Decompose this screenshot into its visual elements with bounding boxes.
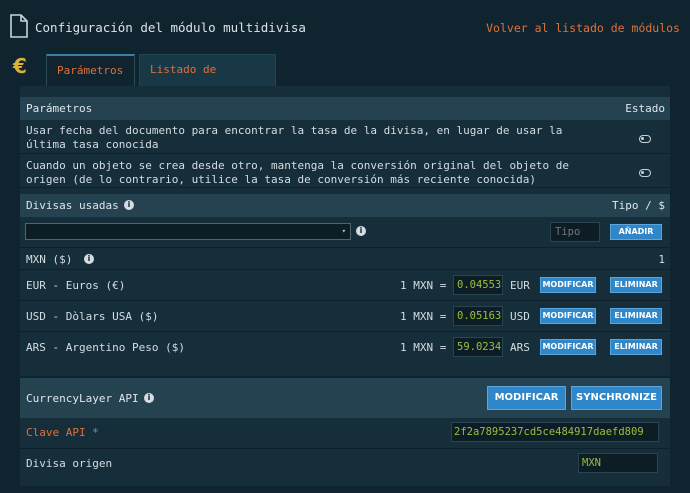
- info-icon: i: [144, 393, 154, 403]
- currencies-title: Divisas usadas: [26, 199, 119, 212]
- tab-parameters[interactable]: Parámetros: [46, 54, 135, 86]
- api-header-row: CurrencyLayer API i MODIFICAR SYNCHRONIZ…: [20, 378, 670, 418]
- currency-row: ARS - Argentino Peso ($) 1 MXN = 59.0234…: [20, 332, 670, 363]
- currency-row: USD - Dòlars USA ($) 1 MXN = 0.051639 US…: [20, 301, 670, 332]
- chevron-down-icon: ▾: [341, 227, 346, 235]
- add-currency-row: ▾ i AÑADIR: [20, 217, 670, 248]
- base-currency-value: 1: [658, 253, 665, 266]
- info-icon: i: [84, 254, 94, 264]
- rate-input[interactable]: 0.051639: [453, 306, 503, 326]
- back-to-modules-link[interactable]: Volver al listado de módulos: [486, 21, 680, 35]
- api-modify-button[interactable]: MODIFICAR: [487, 386, 566, 410]
- param-row: Cuando un objeto se crea desde otro, man…: [20, 154, 670, 188]
- info-icon: i: [124, 200, 134, 210]
- source-currency-row: Divisa origen MXN: [20, 449, 670, 479]
- base-currency-label: MXN ($): [26, 253, 73, 266]
- api-key-label: Clave API: [26, 426, 86, 439]
- currency-code: USD: [510, 310, 530, 323]
- currency-select[interactable]: ▾: [25, 223, 351, 240]
- document-icon: [10, 14, 28, 41]
- toggle-keep-original-conversion[interactable]: [639, 169, 651, 177]
- api-title: CurrencyLayer API: [26, 392, 139, 405]
- modify-button[interactable]: MODIFICAR: [540, 308, 596, 324]
- base-currency-row: MXN ($) i 1: [20, 248, 670, 270]
- modify-button[interactable]: MODIFICAR: [540, 339, 596, 355]
- rate-prefix: 1 MXN =: [400, 341, 447, 354]
- param-label: Cuando un objeto se crea desde otro, man…: [26, 159, 570, 186]
- modify-button[interactable]: MODIFICAR: [540, 277, 596, 293]
- delete-button[interactable]: ELIMINAR: [610, 308, 662, 324]
- currencies-header-row: Divisas usadas i Tipo / $: [20, 194, 670, 217]
- rate-input[interactable]: [550, 222, 600, 242]
- param-label: Usar fecha del documento para encontrar …: [26, 124, 563, 151]
- synchronize-button[interactable]: SYNCHRONIZE: [571, 386, 662, 410]
- currency-row: EUR - Euros (€) 1 MXN = 0.045535 EUR MOD…: [20, 270, 670, 301]
- source-currency-label: Divisa origen: [26, 457, 113, 470]
- param-row: Usar fecha del documento para encontrar …: [20, 120, 670, 154]
- currency-name: EUR - Euros (€): [26, 279, 126, 292]
- toggle-use-document-date[interactable]: [639, 135, 651, 143]
- params-header-row: Parámetros Estado: [20, 97, 670, 120]
- add-currency-button[interactable]: AÑADIR: [610, 224, 662, 240]
- type-column-header: Tipo / $: [612, 199, 665, 212]
- currency-code: ARS: [510, 341, 530, 354]
- state-column-header: Estado: [625, 102, 665, 115]
- params-column-header: Parámetros: [26, 102, 93, 115]
- source-currency-input[interactable]: MXN: [578, 453, 658, 473]
- rate-prefix: 1 MXN =: [400, 310, 447, 323]
- page-title: Configuración del módulo multidivisa: [35, 20, 306, 35]
- currency-code: EUR: [510, 279, 530, 292]
- currency-name: ARS - Argentino Peso ($): [26, 341, 185, 354]
- api-key-input[interactable]: 2f2a7895237cd5ce484917daefd809: [451, 422, 659, 442]
- api-key-row: Clave API * 2f2a7895237cd5ce484917daefd8…: [20, 418, 670, 449]
- required-mark: *: [92, 426, 99, 439]
- tab-rate-list[interactable]: Listado de tarifas: [139, 54, 276, 106]
- rate-input[interactable]: 0.045535: [453, 275, 503, 295]
- delete-button[interactable]: ELIMINAR: [610, 339, 662, 355]
- delete-button[interactable]: ELIMINAR: [610, 277, 662, 293]
- rate-input[interactable]: 59.0234: [453, 337, 503, 357]
- info-icon: i: [356, 226, 366, 236]
- rate-prefix: 1 MXN =: [400, 279, 447, 292]
- euro-icon: €: [13, 54, 27, 78]
- currency-name: USD - Dòlars USA ($): [26, 310, 159, 323]
